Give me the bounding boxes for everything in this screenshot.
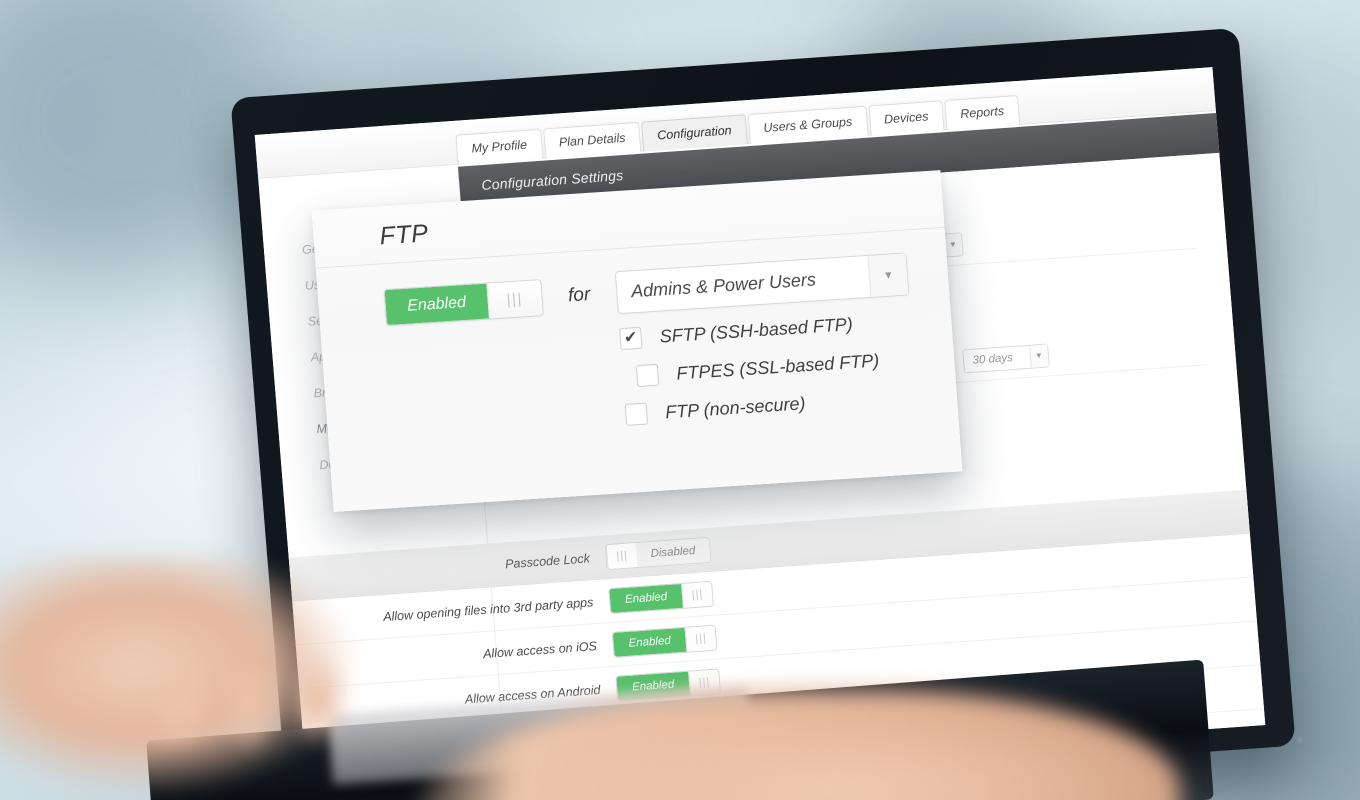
checkbox-sftp[interactable]: ✔ <box>619 326 643 351</box>
ftp-settings-modal: FTP Enabled ||| for Admins & Power Users… <box>311 170 963 512</box>
auto-delete-period-select[interactable]: 30 days ▼ <box>961 342 1050 373</box>
modal-for-label: for <box>567 283 591 306</box>
access-ios-toggle[interactable]: Enabled ||| <box>611 624 718 658</box>
checkbox-ftp-nonsecure[interactable] <box>624 402 649 426</box>
toggle-grip-icon: ||| <box>681 581 713 608</box>
forearm-highlight <box>560 700 1360 800</box>
tab-devices[interactable]: Devices <box>867 100 945 136</box>
passcode-lock-state: Disabled <box>635 537 711 567</box>
scene: My Profile Plan Details Configuration Us… <box>0 0 1360 800</box>
auto-delete-period-value: 30 days <box>972 351 1014 367</box>
fingers-blurred <box>140 640 400 790</box>
access-ios-state: Enabled <box>612 627 687 657</box>
checkbox-ftpes[interactable] <box>635 363 660 388</box>
ftp-enabled-label: Enabled <box>384 283 489 326</box>
tab-plan-details[interactable]: Plan Details <box>542 121 642 159</box>
option-ftp-nonsecure[interactable]: FTP (non-secure) <box>624 385 918 426</box>
option-ftpes-label: FTPES (SSL-based FTP) <box>675 349 880 383</box>
toggle-grip-icon: ||| <box>605 542 638 569</box>
ftp-protocol-options: ✔ SFTP (SSH-based FTP) FTPES (SSL-based … <box>387 309 917 441</box>
ftp-audience-dropdown[interactable]: Admins & Power Users ▼ <box>614 252 910 315</box>
tab-reports[interactable]: Reports <box>944 94 1021 131</box>
option-ftp-nonsecure-label: FTP (non-secure) <box>664 392 807 422</box>
chevron-down-icon: ▼ <box>1028 344 1049 368</box>
open-in-3rd-party-toggle[interactable]: Enabled ||| <box>608 580 714 614</box>
toggle-grip-icon: ||| <box>684 625 717 652</box>
tab-my-profile[interactable]: My Profile <box>455 128 544 165</box>
tab-configuration[interactable]: Configuration <box>641 114 748 152</box>
chevron-down-icon: ▼ <box>867 253 909 297</box>
option-ftpes[interactable]: FTPES (SSL-based FTP) <box>622 347 915 388</box>
toggle-grip-icon: ||| <box>486 280 543 319</box>
option-sftp-label: SFTP (SSH-based FTP) <box>658 313 854 346</box>
passcode-lock-toggle[interactable]: ||| Disabled <box>604 536 712 570</box>
option-sftp[interactable]: ✔ SFTP (SSH-based FTP) <box>619 309 912 351</box>
open-in-3rd-party-state: Enabled <box>609 583 683 613</box>
ftp-enabled-toggle[interactable]: Enabled ||| <box>383 279 544 327</box>
ftp-audience-selected-value: Admins & Power Users <box>630 269 817 302</box>
